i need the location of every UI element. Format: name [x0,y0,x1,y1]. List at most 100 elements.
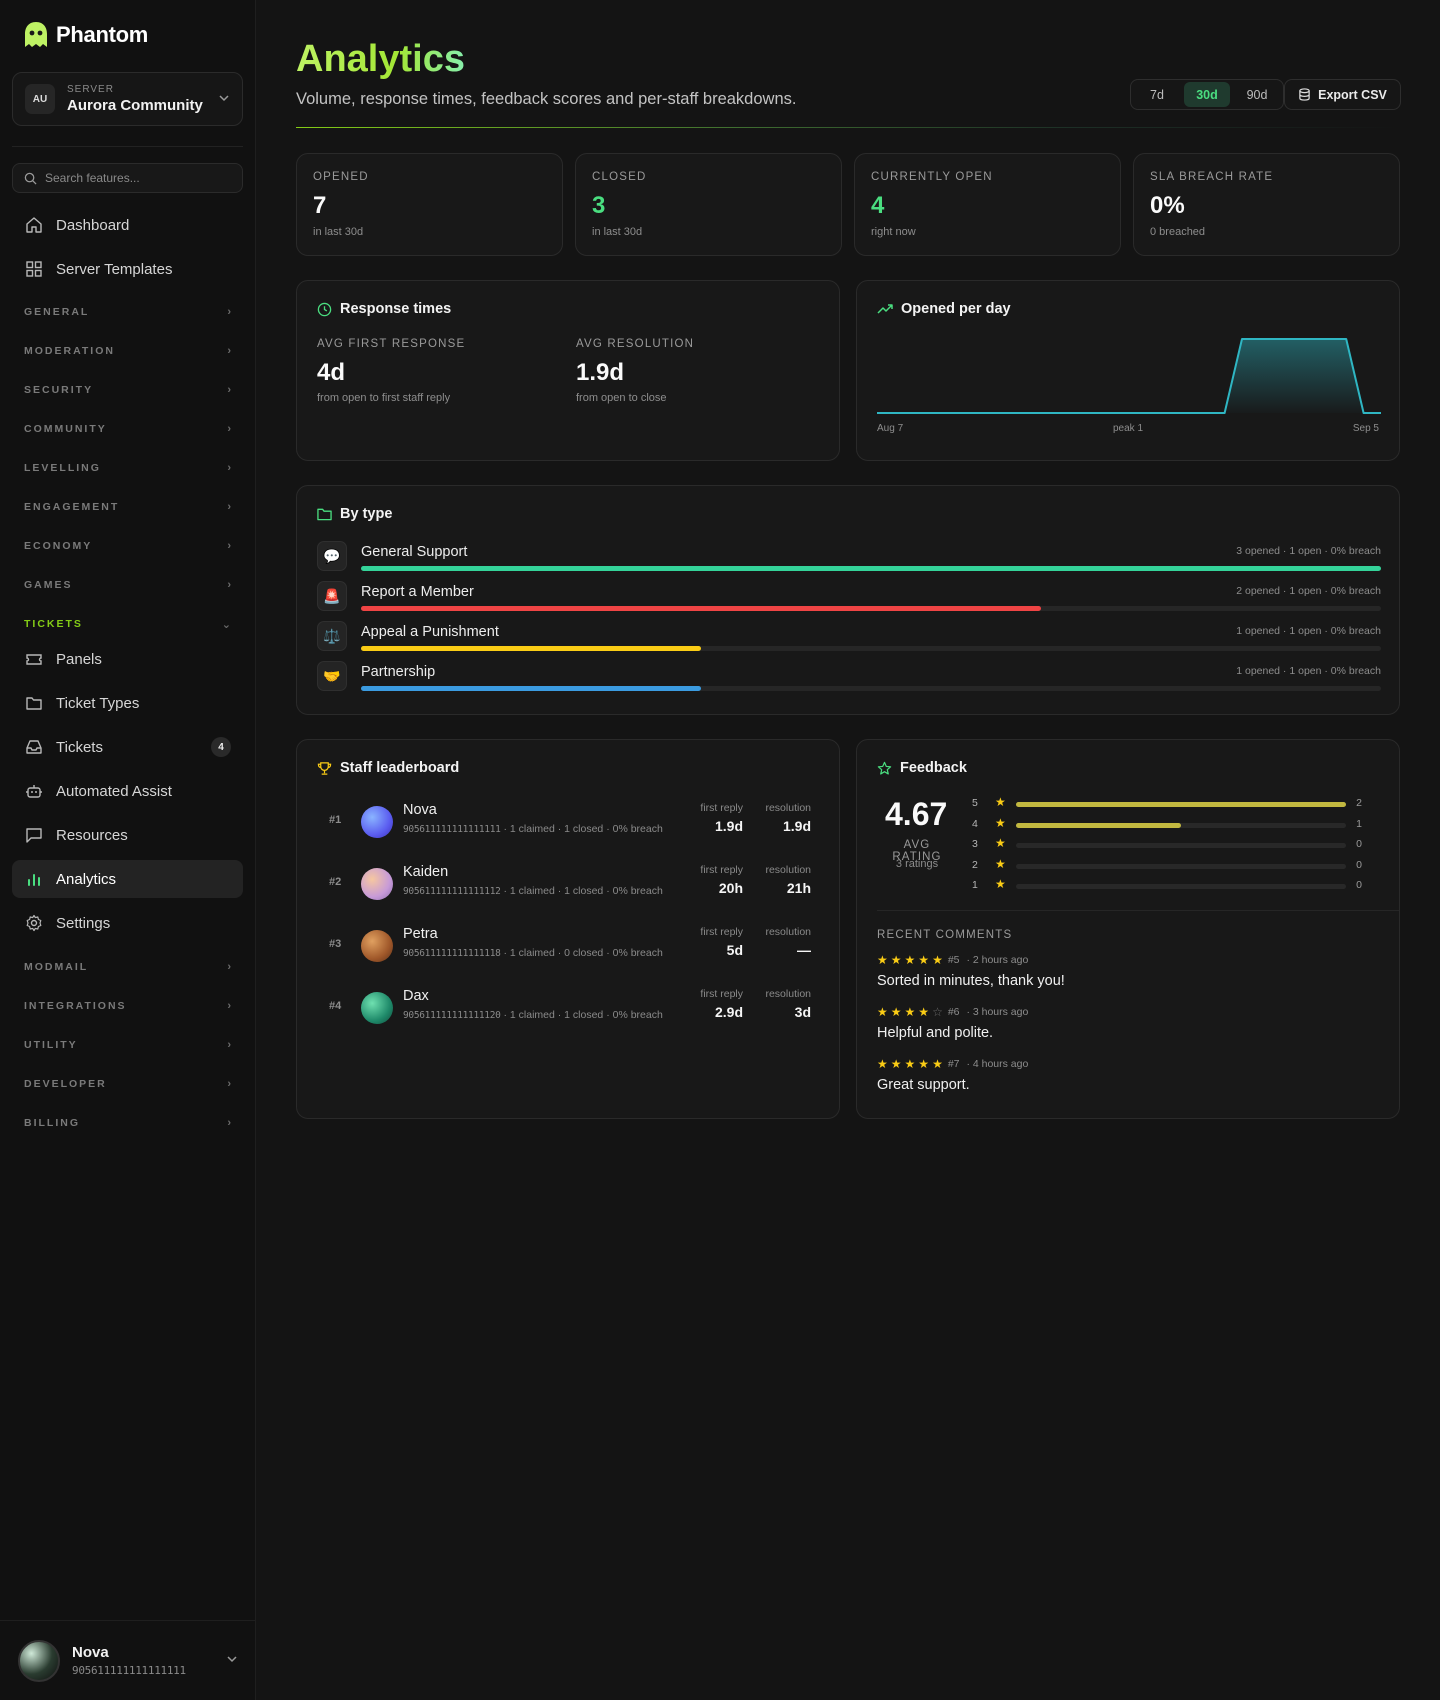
nav-section-economy[interactable]: ECONOMY › [24,536,231,556]
chat-bubble-icon [24,825,44,845]
card-title: Staff leaderboard [317,760,459,776]
search-icon [24,172,37,185]
staff-meta: 905611111111111118 · 1 claimed · 0 close… [403,947,677,959]
nav-section-tickets[interactable]: TICKETS ⌄ [24,614,231,634]
x-axis-start-label: Aug 7 [877,423,904,434]
star-icon: ★ [877,1057,891,1071]
nav-section-developer[interactable]: DEVELOPER › [24,1074,231,1094]
server-switcher[interactable]: AU SERVER Aurora Community [12,72,243,126]
leaderboard-row[interactable]: #4 Dax 905611111111111120 · 1 claimed · 1 … [317,978,819,1032]
robot-icon [24,781,44,801]
leaderboard-row[interactable]: #1 Nova 905611111111111111 · 1 claimed · 1… [317,792,819,846]
type-emoji-icon: 🚨 [317,581,347,611]
clock-icon [317,302,332,316]
staff-name: Nova [403,802,437,818]
nav-section-integrations[interactable]: INTEGRATIONS › [24,996,231,1016]
star-icon: ★ [890,1057,905,1071]
rating-stars-number: 2 [972,858,978,871]
sidebar-item-automated-assist[interactable]: Automated Assist [12,772,243,810]
first-reply-col: first reply 5d [683,926,743,958]
staff-meta: 905611111111111112 · 1 claimed · 1 close… [403,885,677,897]
staff-meta: 905611111111111120 · 1 claimed · 1 close… [403,1009,677,1021]
leaderboard-rank: #2 [329,876,342,888]
export-csv-button[interactable]: Export CSV [1284,79,1401,110]
chevron-right-icon: › [227,423,231,435]
type-row: 🤝 Partnership 1 opened · 1 open · 0% breac… [317,661,1381,695]
tickets-count-badge: 4 [211,737,231,757]
nav-section-billing[interactable]: BILLING › [24,1113,231,1133]
metric-value: 4d [317,359,346,386]
chevron-right-icon: › [227,1000,231,1012]
sidebar-item-analytics[interactable]: Analytics [12,860,243,898]
nav-section-games[interactable]: GAMES › [24,575,231,595]
header-divider [296,127,1400,128]
nav-section-utility[interactable]: UTILITY › [24,1035,231,1055]
first-reply-label: first reply [700,864,743,876]
sidebar-item-label: Panels [56,650,102,668]
sidebar-item-label: Tickets [56,738,103,756]
user-id: 905611111111111111 [72,1664,186,1677]
star-icon: ★ [904,1005,919,1019]
stat-note: in last 30d [313,226,364,238]
home-icon [24,215,44,235]
leaderboard-row[interactable]: #3 Petra 905611111111111118 · 1 claimed · … [317,916,819,970]
metric-label: AVG FIRST RESPONSE [317,338,466,350]
comment-ticket: #5 [947,954,960,966]
nav-section-engagement[interactable]: ENGAGEMENT › [24,497,231,517]
sidebar-item-tickets[interactable]: Tickets 4 [12,728,243,766]
sidebar-item-server-templates[interactable]: Server Templates [12,250,243,288]
server-kicker: SERVER [67,84,114,95]
nav-section-levelling[interactable]: LEVELLING › [24,458,231,478]
chevron-right-icon: › [227,306,231,318]
search-box[interactable] [12,163,243,193]
rating-bar-row: 4 ★ 1 [972,815,1362,835]
star-icon: ★ [995,795,1006,809]
metric-value: 1.9d [576,359,625,386]
sidebar-item-panels[interactable]: Panels [12,640,243,678]
user-menu[interactable]: Nova 905611111111111111 [0,1620,256,1700]
chevron-right-icon: › [227,1039,231,1051]
server-name: Aurora Community [67,97,203,114]
sidebar-item-label: Analytics [56,870,117,888]
sidebar-item-dashboard[interactable]: Dashboard [12,206,243,244]
stat-label: OPENED [313,171,369,183]
nav-section-moderation[interactable]: MODERATION › [24,341,231,361]
x-axis-peak-label: peak 1 [1113,423,1144,434]
resolution-label: resolution [765,988,811,1000]
star-icon: ★ [995,836,1006,850]
comment-item: ★★★★★ #5 · 2 hours ago Sorted in minutes, … [877,953,1377,989]
resolution-label: resolution [765,802,811,814]
star-icon: ★ [918,1005,933,1019]
ticket-icon [24,649,44,669]
sidebar-item-resources[interactable]: Resources [12,816,243,854]
brand[interactable]: Phantom [22,20,148,50]
brand-name: Phantom [56,22,149,47]
x-axis-end-label: Sep 5 [1352,423,1379,434]
rating-bar-row: 5 ★ 2 [972,795,1362,814]
leaderboard-row[interactable]: #2 Kaiden 905611111111111112 · 1 claimed ·… [317,854,819,908]
staff-name: Dax [403,988,429,1004]
sidebar-item-label: Automated Assist [56,782,172,800]
comment-text: Great support. [877,1077,970,1093]
nav-section-modmail[interactable]: MODMAIL › [24,957,231,977]
nav-section-community[interactable]: COMMUNITY › [24,419,231,439]
search-input[interactable] [45,171,225,185]
range-90d-button[interactable]: 90d [1234,82,1280,107]
type-row: 🚨 Report a Member 2 opened · 1 open · 0% b… [317,581,1381,615]
range-7d-button[interactable]: 7d [1134,82,1180,107]
sidebar-item-ticket-types[interactable]: Ticket Types [12,684,243,722]
stat-card-currently-open: CURRENTLY OPEN 4 right now [854,153,1121,256]
avatar [361,930,393,962]
gear-icon [24,913,44,933]
staff-meta: 905611111111111111 · 1 claimed · 1 close… [403,823,677,835]
type-progress-fill [361,686,701,691]
avatar [18,1639,60,1682]
stat-value: 3 [592,192,606,219]
nav-section-security[interactable]: SECURITY › [24,380,231,400]
star-icon: ★ [995,815,1006,830]
nav-section-general[interactable]: GENERAL › [24,302,231,322]
range-30d-button[interactable]: 30d [1184,82,1230,107]
export-csv-label: Export CSV [1318,87,1387,102]
type-meta: 2 opened · 1 open · 0% breach [1236,585,1381,597]
sidebar-item-settings[interactable]: Settings [12,904,243,942]
